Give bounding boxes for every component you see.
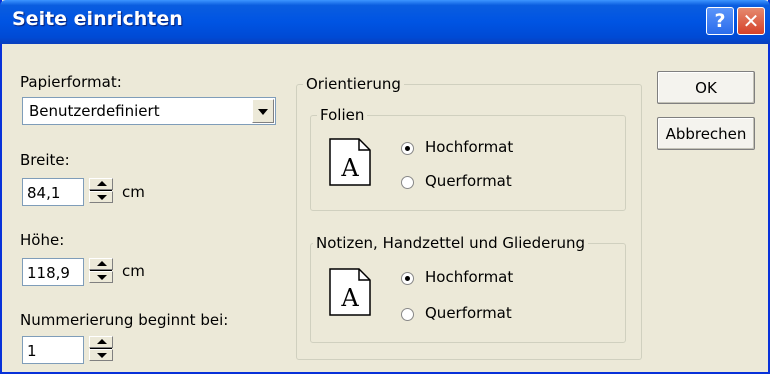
cancel-button[interactable]: Abbrechen xyxy=(657,117,755,150)
ok-button-label: OK xyxy=(695,78,717,97)
notes-portrait-radio[interactable] xyxy=(401,272,414,285)
width-unit: cm xyxy=(122,183,145,201)
page-letter: A xyxy=(340,284,359,312)
question-mark-icon: ? xyxy=(714,10,726,32)
slides-portrait-label[interactable]: Hochformat xyxy=(425,138,513,156)
width-value: 84,1 xyxy=(27,184,61,202)
width-label: Breite: xyxy=(20,151,70,169)
spin-down-icon[interactable] xyxy=(89,349,113,361)
height-value: 118,9 xyxy=(27,264,70,282)
spin-up-icon[interactable] xyxy=(89,336,113,348)
portrait-page-icon: A xyxy=(329,268,371,316)
height-spinner[interactable] xyxy=(88,258,116,286)
slides-legend: Folien xyxy=(317,106,368,124)
slides-group: Folien A Hochformat Querformat xyxy=(310,106,626,211)
notes-landscape-label[interactable]: Querformat xyxy=(425,304,512,322)
portrait-page-icon: A xyxy=(329,138,371,186)
numbering-label: Nummerierung beginnt bei: xyxy=(20,311,229,329)
numbering-input[interactable]: 1 xyxy=(22,336,84,364)
orientation-group: Orientierung Folien A Hochformat Querfor… xyxy=(296,75,642,360)
notes-legend: Notizen, Handzettel und Gliederung xyxy=(313,234,589,252)
spin-down-icon[interactable] xyxy=(89,271,113,283)
notes-landscape-radio[interactable] xyxy=(401,308,414,321)
close-button[interactable]: ✕ xyxy=(737,7,765,35)
spin-up-icon[interactable] xyxy=(89,258,113,270)
height-unit: cm xyxy=(122,262,145,280)
notes-group: Notizen, Handzettel und Gliederung A Hoc… xyxy=(310,234,626,343)
page-letter: A xyxy=(340,154,359,182)
title-bar[interactable]: Seite einrichten ? ✕ xyxy=(0,0,770,44)
numbering-spinner[interactable] xyxy=(88,336,116,364)
cancel-button-label: Abbrechen xyxy=(665,124,747,143)
help-button[interactable]: ? xyxy=(706,7,734,35)
width-spinner[interactable] xyxy=(88,178,116,206)
paper-format-value: Benutzerdefiniert xyxy=(29,102,160,120)
orientation-legend: Orientierung xyxy=(303,75,404,93)
dialog-title: Seite einrichten xyxy=(12,8,183,30)
height-input[interactable]: 118,9 xyxy=(22,258,84,286)
ok-button[interactable]: OK xyxy=(657,71,755,104)
paper-format-label: Papierformat: xyxy=(20,73,122,91)
slides-landscape-radio[interactable] xyxy=(401,176,414,189)
paper-format-select[interactable]: Benutzerdefiniert xyxy=(22,97,276,125)
slides-landscape-label[interactable]: Querformat xyxy=(425,172,512,190)
close-icon: ✕ xyxy=(742,9,760,33)
height-label: Höhe: xyxy=(20,231,65,249)
notes-portrait-label[interactable]: Hochformat xyxy=(425,268,513,286)
numbering-value: 1 xyxy=(27,342,37,360)
spin-up-icon[interactable] xyxy=(89,178,113,190)
width-input[interactable]: 84,1 xyxy=(22,178,84,206)
slides-portrait-radio[interactable] xyxy=(401,142,414,155)
chevron-down-icon[interactable] xyxy=(252,99,274,123)
page-setup-dialog: Seite einrichten ? ✕ Papierformat: Benut… xyxy=(0,0,770,374)
spin-down-icon[interactable] xyxy=(89,191,113,203)
